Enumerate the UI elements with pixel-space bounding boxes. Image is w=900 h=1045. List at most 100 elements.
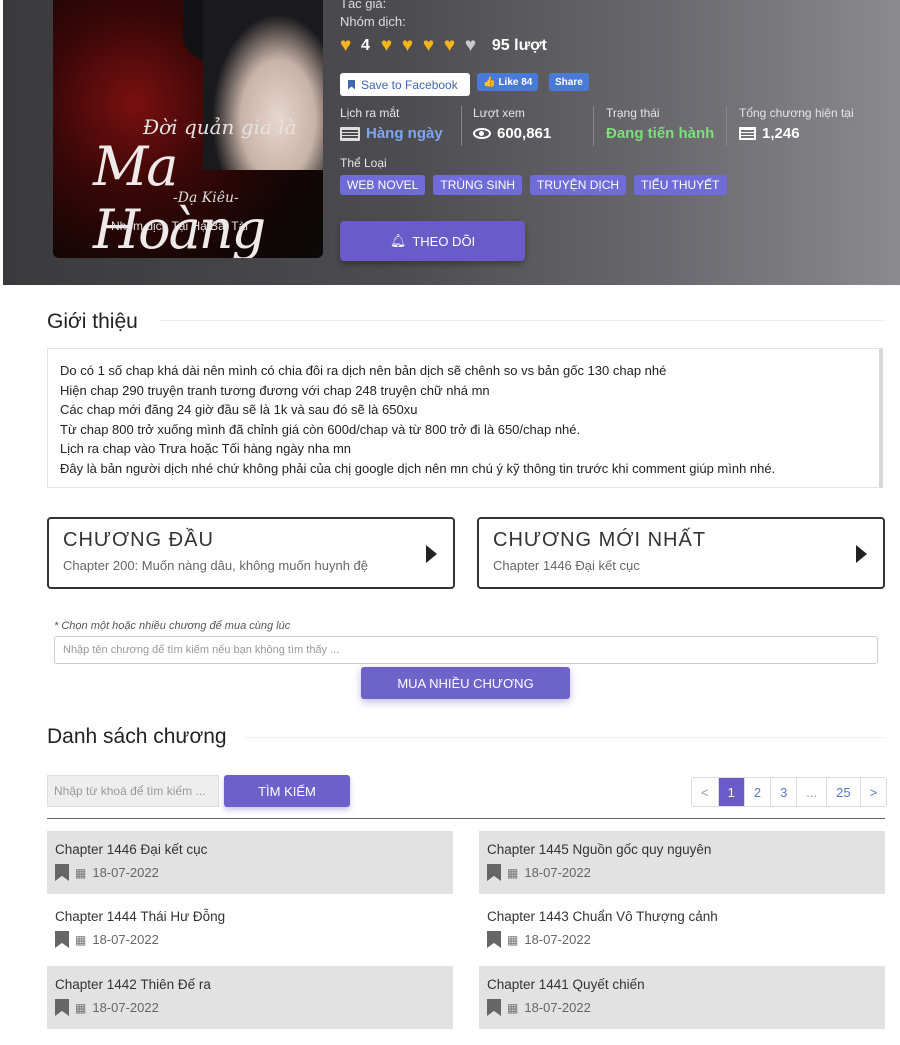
genre-label: Thể Loại <box>340 156 387 170</box>
calendar-icon: ▦ <box>75 932 87 947</box>
views-value: 600,861 <box>497 125 552 142</box>
chapter-list-title: Danh sách chương <box>47 725 227 748</box>
calendar-icon: ▦ <box>507 932 519 947</box>
latest-chapter-name: Chapter 1446 Đại kết cục <box>493 558 640 573</box>
facebook-like-label: Like 84 <box>498 76 533 88</box>
heart-icon[interactable]: ♥ <box>423 36 441 55</box>
latest-chapter-heading: CHƯƠNG MỚI NHẤT <box>493 529 707 551</box>
keyword-search-input[interactable]: Nhập từ khoá để tìm kiếm ... <box>47 775 219 807</box>
stat-value: 600,861 <box>473 125 551 142</box>
heart-icon: ♥ <box>340 35 352 56</box>
page-2[interactable]: 2 <box>744 778 772 806</box>
genre-tag[interactable]: TRUYỆN DỊCH <box>530 175 627 195</box>
facebook-like-button[interactable]: 👍 Like 84 <box>477 73 539 91</box>
intro-text: Do có 1 số chap khá dài nên mình có chia… <box>47 348 883 488</box>
chapter-name: Chapter 1443 Chuẩn Vô Thượng cảnh <box>487 909 718 924</box>
rating-bar[interactable]: ♥ 4 ♥ ♥ ♥ ♥ ♥ 95 lượt <box>340 35 547 56</box>
chapter-item[interactable]: Chapter 1441 Quyết chiến ▦ 18-07-2022 <box>479 966 885 1029</box>
search-button[interactable]: TÌM KIẾM <box>224 775 350 807</box>
page-next[interactable]: > <box>860 778 887 806</box>
first-chapter-name: Chapter 200: Muốn nàng dâu, không muốn h… <box>63 558 369 573</box>
status-value: Đang tiến hành <box>606 125 715 142</box>
intro-line: Đây là bản người dịch nhé chứ không phải… <box>60 460 776 476</box>
chapter-name: Chapter 1442 Thiên Đế ra <box>55 977 211 992</box>
page-ellipsis: ... <box>797 778 828 806</box>
stat-label: Tổng chương hiện tại <box>739 106 854 120</box>
chapter-date: 18-07-2022 <box>92 865 159 880</box>
bookmark-icon[interactable] <box>55 999 69 1016</box>
facebook-share-button[interactable]: Share <box>549 73 589 91</box>
heart-icon[interactable]: ♥ <box>444 36 462 55</box>
intro-title: Giới thiệu <box>47 310 138 333</box>
translator-label: Nhóm dịch: <box>340 14 406 29</box>
play-arrow-icon <box>856 545 867 563</box>
heart-icon[interactable]: ♥ <box>402 36 420 55</box>
divider <box>726 106 727 146</box>
chapter-item[interactable]: Chapter 1444 Thái Hư Đỗng ▦ 18-07-2022 <box>47 898 453 961</box>
page-1[interactable]: 1 <box>718 778 745 806</box>
genre-tags: WEB NOVEL TRÙNG SINH TRUYỆN DỊCH TIỂU TH… <box>340 175 727 195</box>
first-chapter-heading: CHƯƠNG ĐẦU <box>63 529 214 551</box>
save-to-facebook-label: Save to Facebook <box>361 77 458 92</box>
bookmark-icon[interactable] <box>487 999 501 1016</box>
chapter-item[interactable]: Chapter 1443 Chuẩn Vô Thượng cảnh ▦ 18-07… <box>479 898 885 961</box>
pagination: < 1 2 3 ... 25 > <box>691 777 888 807</box>
follow-label: THEO DÕI <box>412 233 476 249</box>
chapter-item[interactable]: Chapter 1442 Thiên Đế ra ▦ 18-07-2022 <box>47 966 453 1029</box>
chapter-name: Chapter 1446 Đại kết cục <box>55 842 208 857</box>
cover-author-mark: -Dạ Kiêu- <box>173 190 239 206</box>
intro-line: Lịch ra chap vào Trưa hoặc Tối hàng ngày… <box>60 441 352 456</box>
chapter-item[interactable]: Chapter 1445 Nguồn gốc quy nguyên ▦ 18-07… <box>479 831 885 894</box>
thumbs-up-icon: 👍 <box>483 76 496 88</box>
schedule-value: Hàng ngày <box>366 125 443 142</box>
chapter-name: Chapter 1441 Quyết chiến <box>487 977 645 992</box>
heart-icon[interactable]: ♥ <box>381 36 399 55</box>
bell-icon: 🔔︎ <box>389 233 407 248</box>
bookmark-icon[interactable] <box>487 864 501 881</box>
chapter-name: Chapter 1444 Thái Hư Đỗng <box>55 909 226 924</box>
stat-label: Trạng thái <box>606 106 660 120</box>
bookmark-icon <box>348 79 355 90</box>
stat-value: 1,246 <box>739 125 854 142</box>
calendar-icon: ▦ <box>507 865 519 880</box>
stat-schedule: Lịch ra mắt Hàng ngày <box>340 106 443 142</box>
rating-value: 4 <box>361 37 370 54</box>
intro-line: Hiện chap 290 truyện tranh tương đương v… <box>60 382 490 398</box>
divider <box>47 818 885 819</box>
bookmark-icon[interactable] <box>55 931 69 948</box>
follow-button[interactable]: 🔔︎ THEO DÕI <box>340 221 525 261</box>
page-3[interactable]: 3 <box>771 778 798 806</box>
list-icon <box>739 127 756 140</box>
stat-status: Trạng thái Đang tiến hành <box>606 106 714 142</box>
author-label: Tác giả: <box>340 0 387 11</box>
calendar-icon: ▦ <box>507 1000 519 1015</box>
first-chapter-card[interactable]: CHƯƠNG ĐẦU Chapter 200: Muốn nàng dâu, k… <box>47 517 455 589</box>
chapter-date: 18-07-2022 <box>524 865 591 880</box>
genre-tag[interactable]: TIỂU THUYẾT <box>634 175 727 195</box>
bookmark-icon[interactable] <box>487 931 501 948</box>
heart-icon[interactable]: ♥ <box>465 36 483 55</box>
latest-chapter-card[interactable]: CHƯƠNG MỚI NHẤT Chapter 1446 Đại kết cục <box>477 517 885 589</box>
chapter-search-input[interactable]: Nhập tên chương để tìm kiếm nếu bạn khôn… <box>54 636 878 664</box>
divider <box>593 106 594 146</box>
page-25[interactable]: 25 <box>827 778 861 806</box>
stat-views: Lượt xem 600,861 <box>473 106 551 142</box>
cover-group: Nhóm dịch Tại Hạ Bất Tài <box>111 219 248 233</box>
chapter-item[interactable]: Chapter 1446 Đại kết cục ▦ 18-07-2022 <box>47 831 453 894</box>
total-chapters-value: 1,246 <box>762 125 800 142</box>
chapter-date: 18-07-2022 <box>92 932 159 947</box>
genre-tag[interactable]: TRÙNG SINH <box>433 175 523 195</box>
chapter-date: 18-07-2022 <box>524 1000 591 1015</box>
rating-count: 95 lượt <box>491 37 547 54</box>
newspaper-icon <box>340 126 360 141</box>
page-prev[interactable]: < <box>692 778 719 806</box>
bookmark-icon[interactable] <box>55 864 69 881</box>
calendar-icon: ▦ <box>75 1000 87 1015</box>
genre-tag[interactable]: WEB NOVEL <box>340 175 426 195</box>
cover-image[interactable]: Đời quản gia là Ma Hoàng -Dạ Kiêu- Nhóm … <box>53 0 323 258</box>
buy-multiple-button[interactable]: MUA NHIỀU CHƯƠNG <box>361 667 570 699</box>
save-to-facebook-button[interactable]: Save to Facebook <box>340 73 470 96</box>
stat-value: Hàng ngày <box>340 125 443 142</box>
divider <box>461 106 462 146</box>
intro-line: Từ chap 800 trở xuống mình đã chỉnh giá … <box>60 421 581 437</box>
